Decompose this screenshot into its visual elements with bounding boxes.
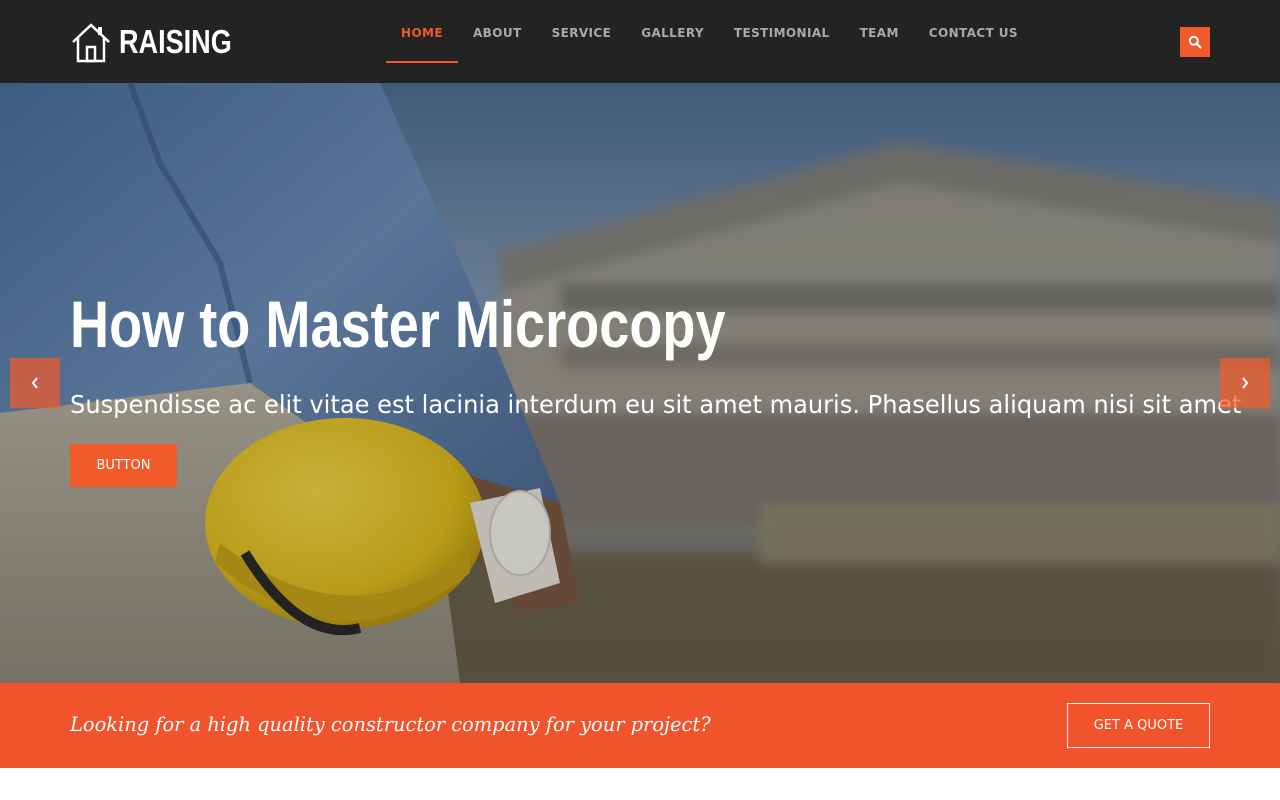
- nav-item-service[interactable]: SERVICE: [537, 0, 627, 63]
- brand-logo[interactable]: RAISING: [70, 20, 257, 64]
- site-header: RAISING HOME ABOUT SERVICE GALLERY TESTI…: [0, 0, 1280, 83]
- house-icon: [72, 23, 110, 63]
- hero-title: How to Master Microcopy: [70, 287, 726, 361]
- search-icon: [1188, 35, 1202, 49]
- chevron-right-icon: [1242, 377, 1249, 389]
- quote-banner-text: Looking for a high quality constructor c…: [70, 712, 711, 736]
- slider-prev-button[interactable]: [10, 358, 60, 408]
- nav-item-contact-us[interactable]: CONTACT US: [914, 0, 1033, 63]
- quote-banner: Looking for a high quality constructor c…: [0, 683, 1280, 768]
- hero-overlay: [0, 83, 1280, 683]
- main-nav: HOME ABOUT SERVICE GALLERY TESTIMONIAL T…: [386, 0, 1033, 83]
- chevron-left-icon: [31, 377, 38, 389]
- hero-cta-button[interactable]: BUTTON: [70, 444, 177, 487]
- nav-item-home[interactable]: HOME: [386, 0, 458, 63]
- slider-next-button[interactable]: [1220, 358, 1270, 408]
- nav-item-team[interactable]: TEAM: [845, 0, 914, 63]
- nav-item-testimonial[interactable]: TESTIMONIAL: [719, 0, 845, 63]
- hero-slider: How to Master Microcopy Suspendisse ac e…: [0, 83, 1280, 683]
- search-button[interactable]: [1180, 27, 1210, 57]
- hero-subtitle: Suspendisse ac elit vitae est lacinia in…: [70, 390, 1242, 419]
- nav-item-about[interactable]: ABOUT: [458, 0, 537, 63]
- get-quote-button[interactable]: GET A QUOTE: [1067, 703, 1210, 748]
- nav-item-gallery[interactable]: GALLERY: [626, 0, 719, 63]
- brand-name: RAISING: [119, 23, 232, 60]
